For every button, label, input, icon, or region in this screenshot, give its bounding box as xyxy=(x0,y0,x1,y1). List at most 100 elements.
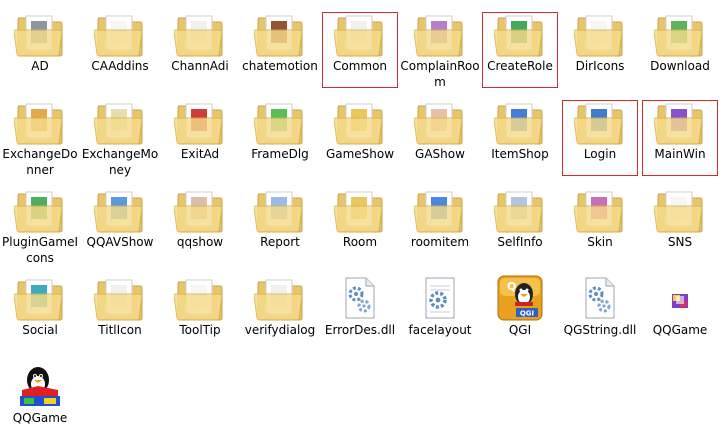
folder-item-roomitem[interactable]: roomitem xyxy=(398,182,482,268)
folder-item-skin[interactable]: Skin xyxy=(558,182,642,268)
folder-icon xyxy=(493,98,546,146)
folder-icon xyxy=(333,98,386,146)
folder-item-gameshow[interactable]: GameShow xyxy=(318,94,402,180)
folder-item-gashow[interactable]: GAShow xyxy=(398,94,482,180)
item-label: GameShow xyxy=(325,147,395,161)
qqgame-small-icon xyxy=(654,274,706,322)
item-label: facelayout xyxy=(408,323,472,337)
item-label: Report xyxy=(260,235,300,249)
folder-item-diricons[interactable]: DirIcons xyxy=(558,6,642,92)
folder-item-login[interactable]: Login xyxy=(558,94,642,180)
item-label: MainWin xyxy=(654,147,706,161)
folder-icon xyxy=(13,98,66,146)
folder-icon xyxy=(173,186,226,234)
item-label: Social xyxy=(22,323,58,337)
folder-icon xyxy=(173,274,226,322)
item-label: GAShow xyxy=(415,147,465,161)
folder-item-common[interactable]: Common xyxy=(318,6,402,92)
folder-item-social[interactable]: Social xyxy=(0,270,82,356)
item-label: verifydialog xyxy=(244,323,316,337)
folder-item-mainwin[interactable]: MainWin xyxy=(638,94,722,180)
item-label: QGString.dll xyxy=(563,323,637,337)
item-label: ExchangeDonner xyxy=(2,147,78,177)
item-label: Download xyxy=(650,59,710,73)
folder-item-ad[interactable]: AD xyxy=(0,6,82,92)
folder-icon xyxy=(13,274,66,322)
folder-icon xyxy=(653,98,706,146)
file-item-facelayout[interactable]: facelayout xyxy=(398,270,482,356)
file-item-qgi[interactable]: QGI Q QGI xyxy=(478,270,562,356)
folder-icon xyxy=(173,98,226,146)
svg-text:Q: Q xyxy=(507,280,516,293)
config-gear-icon xyxy=(414,274,466,322)
folder-item-itemshop[interactable]: ItemShop xyxy=(478,94,562,180)
folder-icon xyxy=(413,10,466,58)
item-label: QQAVShow xyxy=(86,235,154,249)
folder-item-qqavshow[interactable]: QQAVShow xyxy=(78,182,162,268)
item-label: Skin xyxy=(587,235,613,249)
item-label: ComplainRoom xyxy=(400,59,480,89)
folder-icon xyxy=(13,10,66,58)
folder-item-titlicon[interactable]: TitlIcon xyxy=(78,270,162,356)
file-item-qqgame[interactable]: QQGame xyxy=(0,358,82,444)
folder-icon xyxy=(93,274,146,322)
folder-icon xyxy=(413,186,466,234)
folder-item-tooltip[interactable]: ToolTip xyxy=(158,270,242,356)
folder-item-exchangemoney[interactable]: ExchangeMoney xyxy=(78,94,162,180)
folder-item-createrole[interactable]: CreateRole xyxy=(478,6,562,92)
folder-item-report[interactable]: Report xyxy=(238,182,322,268)
folder-item-qqshow[interactable]: qqshow xyxy=(158,182,242,268)
svg-text:QGI: QGI xyxy=(520,310,534,318)
folder-icon xyxy=(573,186,626,234)
folder-icon xyxy=(253,10,306,58)
folder-icon xyxy=(93,10,146,58)
folder-icon xyxy=(573,98,626,146)
folder-icon xyxy=(573,10,626,58)
folder-icon xyxy=(413,98,466,146)
qqgame-penguin-icon xyxy=(14,362,66,410)
file-item-qgstring-dll[interactable]: QGString.dll xyxy=(558,270,642,356)
folder-icon xyxy=(493,186,546,234)
folder-item-exchangedonner[interactable]: ExchangeDonner xyxy=(0,94,82,180)
item-label: ExitAd xyxy=(180,147,220,161)
folder-item-channadi[interactable]: ChannAdi xyxy=(158,6,242,92)
item-label: QGI xyxy=(508,323,532,337)
folder-icon xyxy=(93,98,146,146)
folder-item-chatemotion[interactable]: chatemotion xyxy=(238,6,322,92)
folder-item-sns[interactable]: SNS xyxy=(638,182,722,268)
item-label: QQGame xyxy=(652,323,708,337)
file-item-errordes-dll[interactable]: ErrorDes.dll xyxy=(318,270,402,356)
item-label: Common xyxy=(332,59,388,73)
folder-item-download[interactable]: Download xyxy=(638,6,722,92)
folder-icon xyxy=(253,98,306,146)
item-label: ItemShop xyxy=(491,147,549,161)
item-label: qqshow xyxy=(176,235,224,249)
item-label: ToolTip xyxy=(179,323,221,337)
folder-item-exitad[interactable]: ExitAd xyxy=(158,94,242,180)
folder-item-plugingameicons[interactable]: PluginGameIcons xyxy=(0,182,82,268)
folder-item-verifydialog[interactable]: verifydialog xyxy=(238,270,322,356)
item-label: SNS xyxy=(667,235,693,249)
item-label: Room xyxy=(342,235,378,249)
folder-icon xyxy=(253,186,306,234)
item-label: CAAddins xyxy=(91,59,149,73)
item-label: ChannAdi xyxy=(171,59,229,73)
item-label: ExchangeMoney xyxy=(81,147,159,177)
folder-item-framedlg[interactable]: FrameDlg xyxy=(238,94,322,180)
item-label: FrameDlg xyxy=(251,147,309,161)
folder-icon xyxy=(333,186,386,234)
item-label: CreateRole xyxy=(487,59,553,73)
folder-item-room[interactable]: Room xyxy=(318,182,402,268)
folder-icon xyxy=(13,186,66,234)
folder-icon xyxy=(653,186,706,234)
item-label: TitlIcon xyxy=(98,323,142,337)
item-label: QQGame xyxy=(12,411,68,425)
folder-item-caaddins[interactable]: CAAddins xyxy=(78,6,162,92)
item-label: SelfInfo xyxy=(497,235,543,249)
folder-item-complainroom[interactable]: ComplainRoom xyxy=(398,6,482,92)
folder-icon xyxy=(333,10,386,58)
folder-icon xyxy=(173,10,226,58)
file-item-qqgame[interactable]: QQGame xyxy=(638,270,722,356)
folder-item-selfinfo[interactable]: SelfInfo xyxy=(478,182,562,268)
dll-gear-icon xyxy=(574,274,626,322)
